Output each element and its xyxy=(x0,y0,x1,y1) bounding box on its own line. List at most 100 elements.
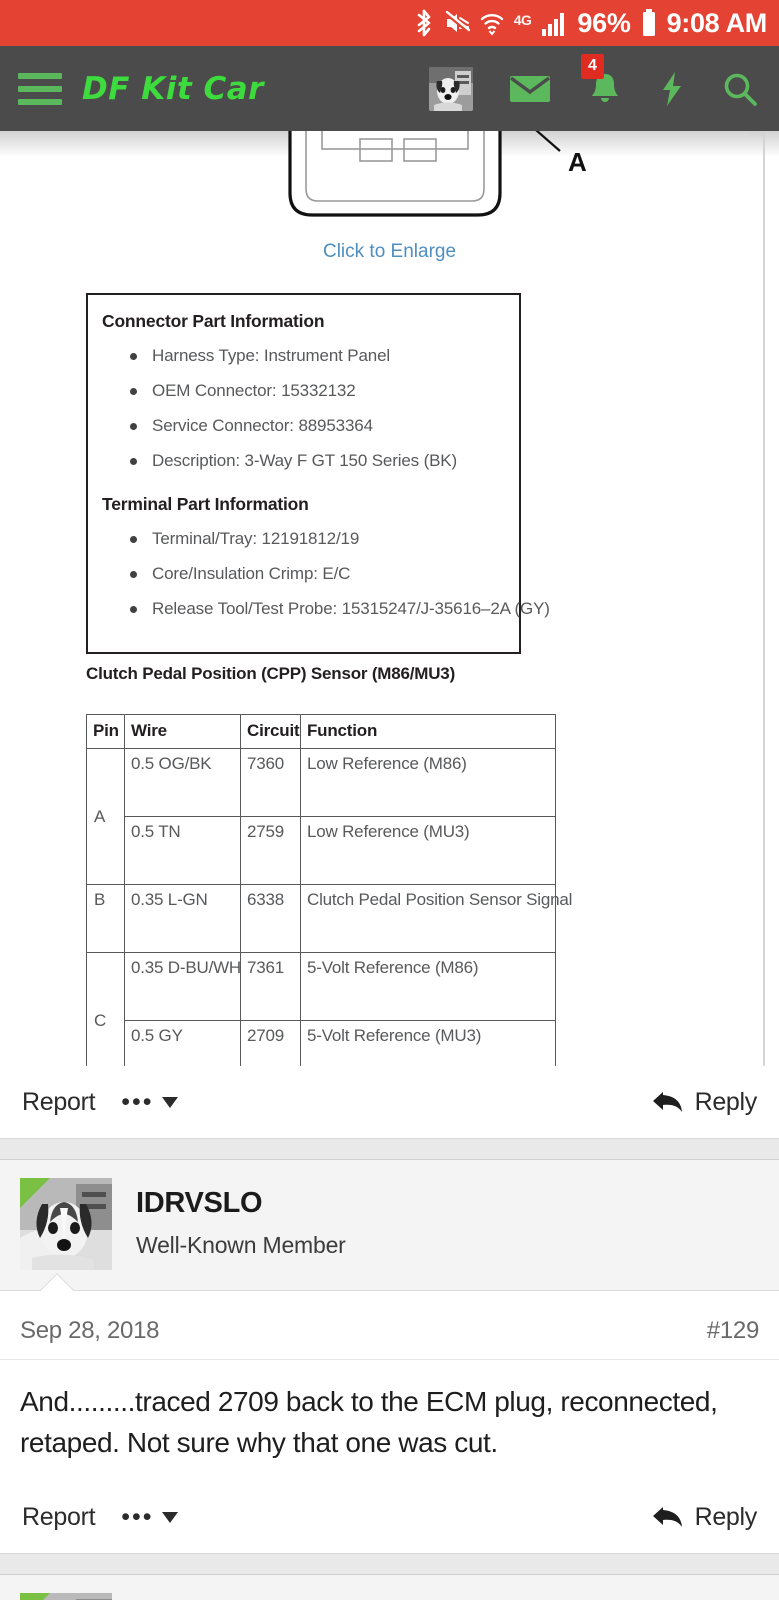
signal-bars-icon xyxy=(540,9,568,37)
post-author[interactable]: IDRVSLO xyxy=(136,1187,346,1220)
post-separator xyxy=(0,1553,779,1576)
cell-circuit: 2759 xyxy=(240,816,301,885)
list-item: Terminal/Tray: 12191812/19 xyxy=(130,521,509,556)
connector-part-heading: Connector Part Information xyxy=(102,311,325,331)
status-bar: 4G 96% 9:08 AM xyxy=(0,0,779,46)
page-scroll-area[interactable]: A Click to Enlarge Connector Part Inform… xyxy=(0,131,779,1600)
chevron-down-icon xyxy=(161,1511,178,1523)
user-avatar-icon[interactable] xyxy=(429,66,473,111)
connector-part-information-box: Connector Part Information Harness Type:… xyxy=(86,293,550,654)
post-header: IDRVSLO Well-Known Member xyxy=(0,1160,779,1307)
caption-above-table: Clutch Pedal Position (CPP) Sensor (M86/… xyxy=(86,664,456,683)
nav-icon-group: 4 xyxy=(429,53,765,111)
post-meta-row: Sep 28, 2018 #129 xyxy=(0,1291,779,1360)
post-number[interactable]: #129 xyxy=(707,1317,760,1345)
battery-percent: 96% xyxy=(577,7,631,38)
battery-icon xyxy=(640,8,658,38)
cell-circuit: 6338 xyxy=(240,884,301,953)
cell-wire: 0.5 TN xyxy=(124,816,241,885)
cell-pin: B xyxy=(86,884,125,953)
column-header-function: Function xyxy=(300,714,556,749)
cell-wire: 0.35 D-BU/WH xyxy=(124,952,241,1021)
cell-pin: A xyxy=(86,748,125,885)
cell-function: 5-Volt Reference (M86) xyxy=(300,952,556,1021)
avatar-thumbnail xyxy=(429,66,473,111)
nav-bar: DF Kit Car 4 xyxy=(0,46,779,131)
post-date[interactable]: Sep 28, 2018 xyxy=(20,1317,160,1345)
post-separator xyxy=(0,1138,779,1160)
list-item: Core/Insulation Crimp: E/C xyxy=(130,556,509,591)
list-item: Service Connector: 88953364 xyxy=(130,408,509,443)
reply-label: Reply xyxy=(694,1502,758,1531)
reply-button[interactable]: Reply xyxy=(651,1088,757,1117)
cell-circuit: 7360 xyxy=(240,748,301,817)
post-user-title: Well-Known Member xyxy=(136,1231,346,1258)
notification-badge: 4 xyxy=(581,53,604,79)
bell-icon[interactable]: 4 xyxy=(581,53,623,108)
online-indicator xyxy=(20,1593,50,1600)
table-row: 0.5 TN 2759 Low Reference (MU3) xyxy=(87,816,556,885)
clock-time: 9:08 AM xyxy=(666,7,768,38)
more-options-icon[interactable]: ••• xyxy=(121,1503,178,1532)
cell-wire: 0.5 OG/BK xyxy=(124,748,241,817)
cell-pin: C xyxy=(86,952,125,1066)
post-action-bar: Report ••• Reply xyxy=(0,1481,779,1554)
chevron-down-icon xyxy=(161,1096,178,1108)
callout-label-a: A xyxy=(568,147,587,177)
cell-function: Clutch Pedal Position Sensor Signal xyxy=(300,884,572,953)
pin-function-table: Pin Wire Circuit Function A 0.5 OG/BK 73… xyxy=(86,714,572,1066)
table-header-row: Pin Wire Circuit Function xyxy=(86,714,556,749)
list-item: OEM Connector: 15332132 xyxy=(130,373,509,408)
table-row: A 0.5 OG/BK 7360 Low Reference (M86) xyxy=(86,748,556,885)
cell-circuit: 2709 xyxy=(240,1020,301,1066)
cell-wire: 0.5 GY xyxy=(124,1020,241,1066)
avatar[interactable] xyxy=(20,1593,112,1600)
ellipsis-glyph: ••• xyxy=(121,1503,154,1532)
connector-part-list: Harness Type: Instrument Panel OEM Conne… xyxy=(130,338,509,478)
connector-drawing: A xyxy=(22,131,779,231)
online-indicator xyxy=(20,1178,50,1208)
table-row: B 0.35 L-GN 6338 Clutch Pedal Position S… xyxy=(86,884,572,953)
attachment-image-frame[interactable]: A Click to Enlarge Connector Part Inform… xyxy=(0,131,779,1066)
report-button[interactable]: Report xyxy=(22,1503,96,1532)
post-author-block: IDRVSLO xyxy=(136,1593,262,1600)
network-4g-icon: 4G xyxy=(513,12,532,28)
reply-label: Reply xyxy=(694,1087,758,1116)
cell-wire: 0.35 L-GN xyxy=(124,884,241,953)
hamburger-menu-icon[interactable] xyxy=(18,72,62,105)
reply-arrow-icon xyxy=(652,1507,682,1528)
terminal-part-heading: Terminal Part Information xyxy=(102,494,309,514)
post-body: And.........traced 2709 back to the ECM … xyxy=(20,1386,718,1458)
bluetooth-icon xyxy=(413,8,435,38)
avatar[interactable] xyxy=(20,1178,112,1270)
search-icon[interactable] xyxy=(721,70,759,108)
report-button[interactable]: Report xyxy=(22,1088,96,1117)
cell-function: Low Reference (M86) xyxy=(300,748,556,817)
more-options-icon[interactable]: ••• xyxy=(121,1088,178,1116)
site-title[interactable]: DF Kit Car xyxy=(82,71,264,107)
post-next: IDRVSLO xyxy=(0,1575,779,1600)
mail-icon[interactable] xyxy=(509,73,551,105)
list-item: Harness Type: Instrument Panel xyxy=(130,338,509,373)
list-item: Release Tool/Test Probe: 15315247/J-3561… xyxy=(130,591,550,626)
cell-function: 5-Volt Reference (MU3) xyxy=(300,1020,556,1066)
bolt-icon[interactable] xyxy=(659,70,685,108)
table-row: 0.5 GY 2709 5-Volt Reference (MU3) xyxy=(87,1020,556,1066)
cell-function: Low Reference (MU3) xyxy=(300,816,556,885)
click-to-enlarge-link[interactable]: Click to Enlarge xyxy=(0,241,779,263)
ellipsis-glyph: ••• xyxy=(121,1088,154,1116)
post-header: IDRVSLO xyxy=(0,1575,779,1600)
post-129: IDRVSLO Well-Known Member Sep 28, 2018 #… xyxy=(0,1160,779,1554)
mute-icon xyxy=(443,9,470,37)
column-header-pin: Pin xyxy=(86,714,125,749)
terminal-part-list: Terminal/Tray: 12191812/19 Core/Insulati… xyxy=(130,521,550,626)
post-author-block: IDRVSLO Well-Known Member xyxy=(136,1178,346,1259)
post-action-left: Report ••• xyxy=(22,1088,178,1117)
cell-circuit: 7361 xyxy=(240,952,301,1021)
reply-button[interactable]: Reply xyxy=(651,1503,757,1532)
column-header-circuit: Circuit xyxy=(240,714,301,749)
post-action-bar: Report ••• Reply xyxy=(0,1066,779,1138)
table-row: C 0.35 D-BU/WH 7361 5-Volt Reference (M8… xyxy=(86,952,556,1066)
wifi-icon xyxy=(479,9,505,37)
post-action-left: Report ••• xyxy=(22,1503,178,1532)
